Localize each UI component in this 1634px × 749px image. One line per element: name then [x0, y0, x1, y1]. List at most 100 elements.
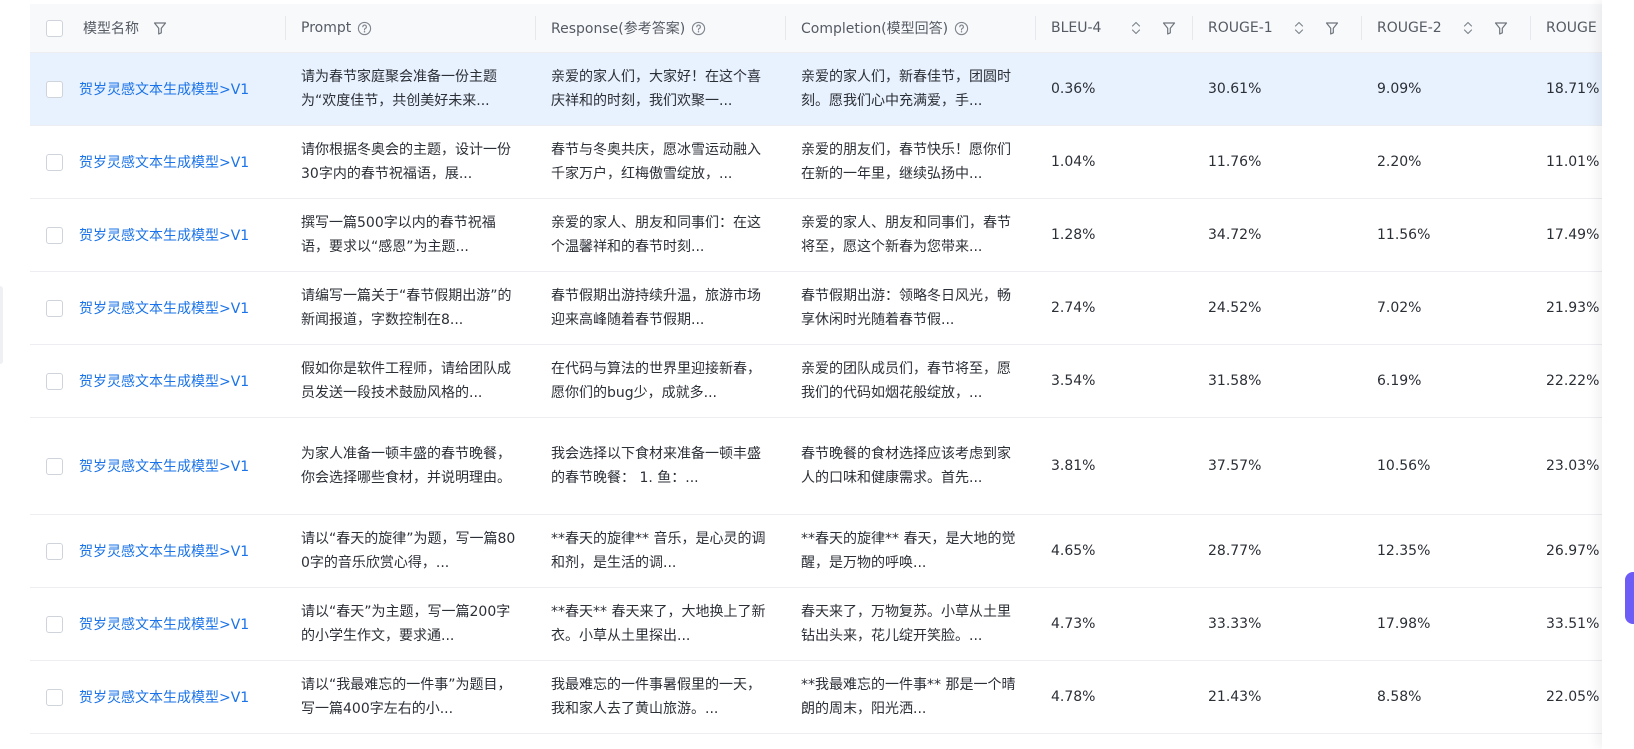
- table-row[interactable]: 贺岁灵感文本生成模型>V1 为家人准备一顿丰盛的春节晚餐，你会选择哪些食材，并说…: [30, 417, 1604, 515]
- bleu4-value: 2.74%: [1051, 300, 1096, 316]
- column-header-model: 模型名称: [30, 4, 285, 53]
- model-name-link[interactable]: 贺岁灵感文本生成模型>V1: [79, 541, 249, 561]
- filter-icon[interactable]: [1494, 21, 1508, 35]
- row-checkbox[interactable]: [46, 615, 63, 633]
- rouge1-value: 37.57%: [1208, 458, 1262, 474]
- column-header-response: Response(参考答案): [535, 4, 785, 53]
- rouge2-value: 17.98%: [1377, 616, 1431, 632]
- table-row[interactable]: 贺岁灵感文本生成模型>V1 假如你是软件工程师，请给团队成员发送一段技术鼓励风格…: [30, 344, 1604, 418]
- help-circle-icon[interactable]: [954, 21, 969, 36]
- rougel-value: 18.71%: [1546, 81, 1600, 97]
- column-title-rougel: ROUGE: [1546, 20, 1597, 36]
- row-checkbox[interactable]: [46, 457, 63, 475]
- column-title-prompt: Prompt: [301, 20, 352, 36]
- evaluation-table: 模型名称 Prompt Response(参考答案) Completion(模型…: [30, 4, 1604, 749]
- response-cell: 春节假期出游持续升温，旅游市场迎来高峰随着春节假期...: [551, 288, 761, 328]
- rougel-value: 22.05%: [1546, 689, 1600, 705]
- row-checkbox[interactable]: [46, 688, 63, 706]
- rougel-value: 22.22%: [1546, 373, 1600, 389]
- help-circle-icon[interactable]: [691, 21, 706, 36]
- column-header-rougel: ROUGE: [1530, 4, 1604, 53]
- rougel-value: 17.49%: [1546, 227, 1600, 243]
- table-row[interactable]: 贺岁灵感文本生成模型>V1 请以“春天的旋律”为题，写一篇800字的音乐欣赏心得…: [30, 514, 1604, 588]
- table-row[interactable]: 贺岁灵感文本生成模型>V1 请以“我最难忘的一件事”为题目，写一篇400字左右的…: [30, 660, 1604, 734]
- column-title-completion: Completion(模型回答): [801, 21, 949, 37]
- model-name-link[interactable]: 贺岁灵感文本生成模型>V1: [79, 152, 249, 172]
- column-header-bleu4: BLEU-4: [1035, 4, 1192, 53]
- prompt-cell: 请编写一篇关于“春节假期出游”的新闻报道，字数控制在8...: [301, 288, 512, 328]
- table-body: 贺岁灵感文本生成模型>V1 请为春节家庭聚会准备一份主题为“欢度佳节，共创美好未…: [30, 52, 1604, 734]
- rouge2-value: 10.56%: [1377, 458, 1431, 474]
- row-checkbox[interactable]: [46, 542, 63, 560]
- table-row[interactable]: 贺岁灵感文本生成模型>V1 请为春节家庭聚会准备一份主题为“欢度佳节，共创美好未…: [30, 52, 1604, 126]
- row-checkbox[interactable]: [46, 153, 63, 171]
- select-all-checkbox[interactable]: [46, 19, 63, 37]
- model-name-link[interactable]: 贺岁灵感文本生成模型>V1: [79, 79, 249, 99]
- prompt-cell: 请以“春天的旋律”为题，写一篇800字的音乐欣赏心得，...: [301, 531, 516, 571]
- filter-icon[interactable]: [153, 21, 167, 35]
- sort-updown-icon[interactable]: [1293, 20, 1305, 36]
- bleu4-value: 4.73%: [1051, 616, 1096, 632]
- rouge1-value: 21.43%: [1208, 689, 1262, 705]
- bleu4-value: 3.54%: [1051, 373, 1096, 389]
- prompt-cell: 撰写一篇500字以内的春节祝福语，要求以“感恩”为主题...: [301, 215, 496, 255]
- rouge1-value: 11.76%: [1208, 154, 1262, 170]
- column-header-rouge1: ROUGE-1: [1192, 4, 1361, 53]
- rouge2-value: 8.58%: [1377, 689, 1422, 705]
- rougel-value: 33.51%: [1546, 616, 1600, 632]
- column-title-rouge1: ROUGE-1: [1208, 20, 1273, 36]
- evaluation-results-page: 模型名称 Prompt Response(参考答案) Completion(模型…: [0, 0, 1634, 749]
- row-checkbox[interactable]: [46, 299, 63, 317]
- rouge2-value: 12.35%: [1377, 543, 1431, 559]
- prompt-cell: 为家人准备一顿丰盛的春节晚餐，你会选择哪些食材，并说明理由。: [301, 446, 511, 486]
- response-cell: 我最难忘的一件事暑假里的一天，我和家人去了黄山旅游。...: [551, 677, 761, 717]
- table-row[interactable]: 贺岁灵感文本生成模型>V1 请以“春天”为主题，写一篇200字的小学生作文，要求…: [30, 587, 1604, 661]
- table-header: 模型名称 Prompt Response(参考答案) Completion(模型…: [30, 4, 1604, 53]
- column-header-prompt: Prompt: [285, 4, 535, 53]
- rougel-value: 21.93%: [1546, 300, 1600, 316]
- filter-icon[interactable]: [1325, 21, 1339, 35]
- rouge1-value: 30.61%: [1208, 81, 1262, 97]
- response-cell: 亲爱的家人、朋友和同事们：在这个温馨祥和的春节时刻...: [551, 215, 761, 255]
- model-name-link[interactable]: 贺岁灵感文本生成模型>V1: [79, 614, 249, 634]
- fixed-column-shadow: [1602, 0, 1634, 749]
- row-checkbox[interactable]: [46, 372, 63, 390]
- response-cell: **春天** 春天来了，大地换上了新衣。小草从土里探出...: [551, 604, 766, 644]
- table-row[interactable]: 贺岁灵感文本生成模型>V1 撰写一篇500字以内的春节祝福语，要求以“感恩”为主…: [30, 198, 1604, 272]
- sort-updown-icon[interactable]: [1130, 20, 1142, 36]
- model-name-link[interactable]: 贺岁灵感文本生成模型>V1: [79, 687, 249, 707]
- prompt-cell: 假如你是软件工程师，请给团队成员发送一段技术鼓励风格的...: [301, 361, 511, 401]
- floating-side-tab[interactable]: [1625, 572, 1634, 624]
- completion-cell: 春节晚餐的食材选择应该考虑到家人的口味和健康需求。首先...: [801, 446, 1011, 486]
- rougel-value: 11.01%: [1546, 154, 1600, 170]
- model-name-link[interactable]: 贺岁灵感文本生成模型>V1: [79, 456, 249, 476]
- table-row[interactable]: 贺岁灵感文本生成模型>V1 请编写一篇关于“春节假期出游”的新闻报道，字数控制在…: [30, 271, 1604, 345]
- model-name-link[interactable]: 贺岁灵感文本生成模型>V1: [79, 298, 249, 318]
- bleu4-value: 4.65%: [1051, 543, 1096, 559]
- model-name-link[interactable]: 贺岁灵感文本生成模型>V1: [79, 371, 249, 391]
- prompt-cell: 请以“春天”为主题，写一篇200字的小学生作文，要求通...: [301, 604, 511, 644]
- filter-icon[interactable]: [1162, 21, 1176, 35]
- prompt-cell: 请为春节家庭聚会准备一份主题为“欢度佳节，共创美好未来...: [301, 69, 497, 109]
- rouge2-value: 7.02%: [1377, 300, 1422, 316]
- table-row[interactable]: 贺岁灵感文本生成模型>V1 请你根据冬奥会的主题，设计一份30字内的春节祝福语，…: [30, 125, 1604, 199]
- response-cell: 亲爱的家人们，大家好！在这个喜庆祥和的时刻，我们欢聚一...: [551, 69, 761, 109]
- prompt-cell: 请以“我最难忘的一件事”为题目，写一篇400字左右的小...: [301, 677, 512, 717]
- completion-cell: 亲爱的朋友们，春节快乐！愿你们在新的一年里，继续弘扬中...: [801, 142, 1011, 182]
- bleu4-value: 3.81%: [1051, 458, 1096, 474]
- rouge2-value: 9.09%: [1377, 81, 1422, 97]
- prompt-cell: 请你根据冬奥会的主题，设计一份30字内的春节祝福语，展...: [301, 142, 511, 182]
- bleu4-value: 4.78%: [1051, 689, 1096, 705]
- column-header-rouge2: ROUGE-2: [1361, 4, 1530, 53]
- rougel-value: 26.97%: [1546, 543, 1600, 559]
- row-checkbox[interactable]: [46, 80, 63, 98]
- bleu4-value: 1.28%: [1051, 227, 1096, 243]
- model-name-link[interactable]: 贺岁灵感文本生成模型>V1: [79, 225, 249, 245]
- row-checkbox[interactable]: [46, 226, 63, 244]
- rougel-value: 23.03%: [1546, 458, 1600, 474]
- bleu4-value: 0.36%: [1051, 81, 1096, 97]
- rouge1-value: 24.52%: [1208, 300, 1262, 316]
- help-circle-icon[interactable]: [357, 21, 372, 36]
- sort-updown-icon[interactable]: [1462, 20, 1474, 36]
- completion-cell: 亲爱的团队成员们，春节将至，愿我们的代码如烟花般绽放，...: [801, 361, 1011, 401]
